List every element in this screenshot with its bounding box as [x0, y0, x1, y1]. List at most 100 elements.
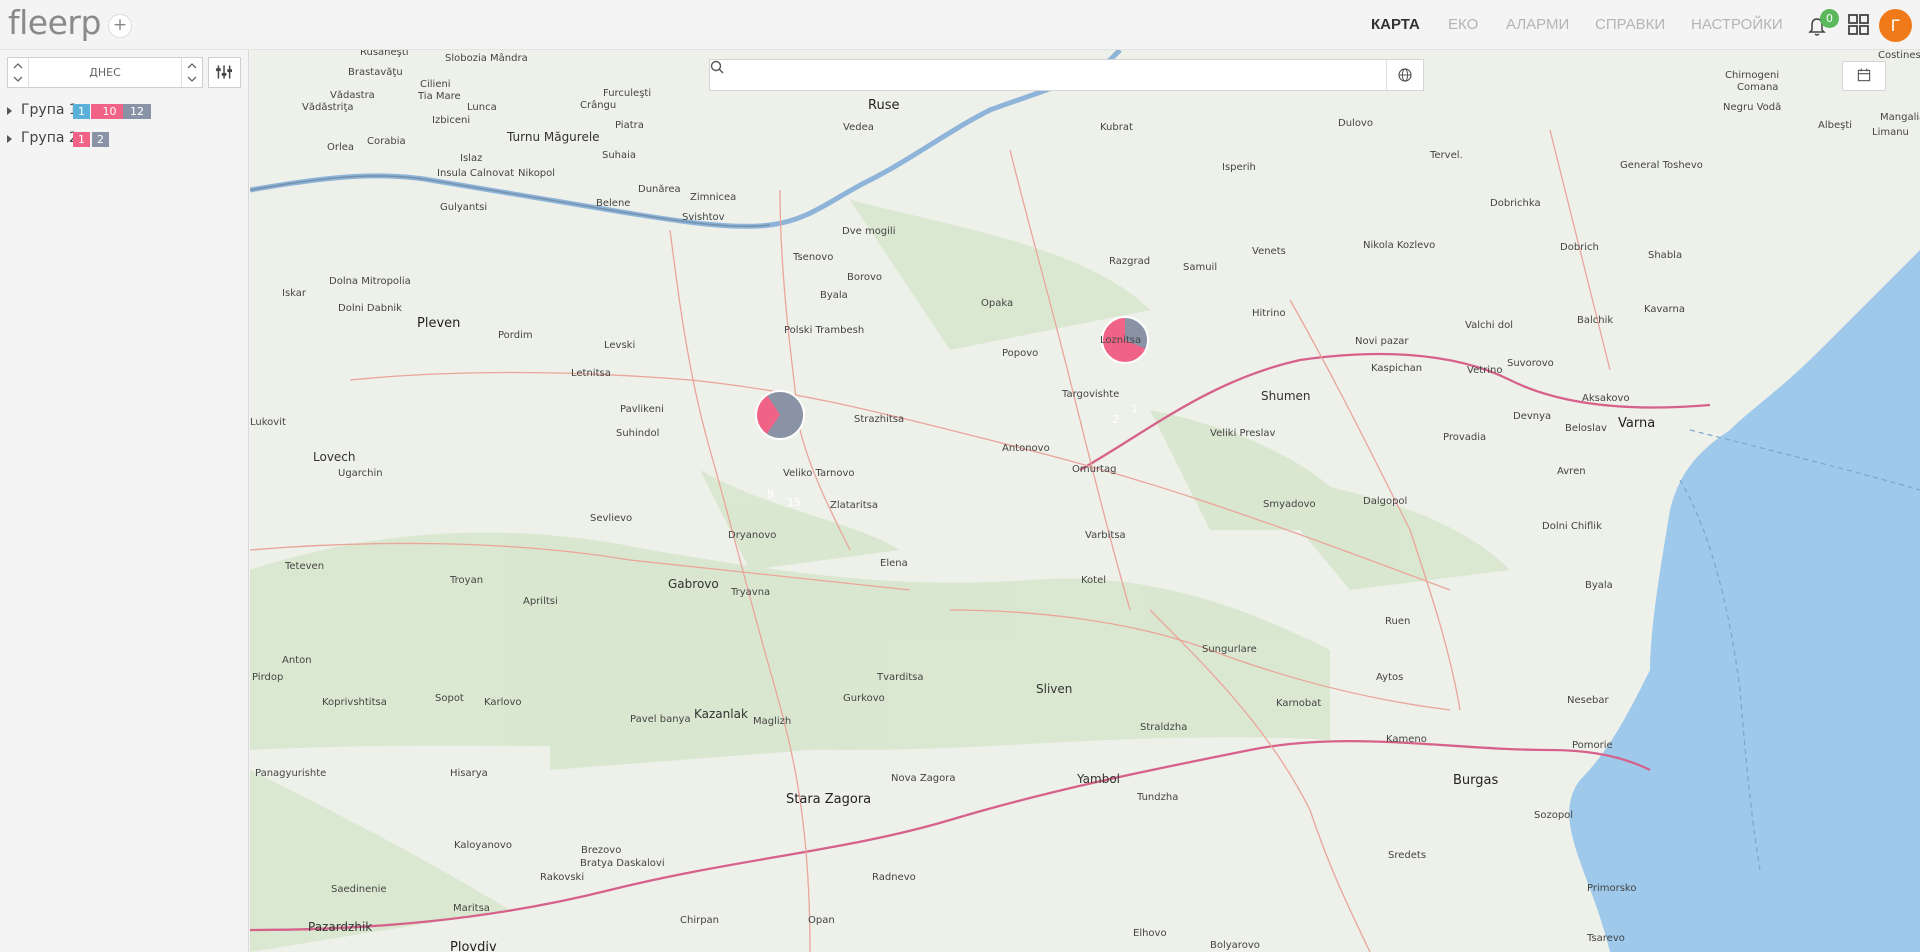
place-label: Elhovo	[1133, 928, 1167, 939]
place-label: Tsenovo	[793, 252, 834, 263]
group-row-1[interactable]: Група 1 1 10 12	[7, 102, 247, 122]
app-logo[interactable]: fleerp	[8, 3, 101, 42]
place-label: Crângu	[580, 100, 617, 111]
place-label: Sungurlare	[1202, 644, 1257, 655]
place-label: Omurtag	[1072, 464, 1117, 475]
place-label: Smyadovo	[1263, 499, 1316, 510]
map-view[interactable]: 2 1 9 15 Rusaneşti Slobozia Mândra Brast…	[250, 50, 1920, 952]
place-label: Balchik	[1577, 315, 1614, 326]
apps-grid-icon[interactable]	[1848, 14, 1869, 35]
place-label: Tundzha	[1137, 792, 1179, 803]
nav-settings[interactable]: НАСТРОЙКИ	[1691, 16, 1783, 33]
nav-eco[interactable]: ЕКО	[1448, 16, 1478, 33]
place-label: Apriltsi	[523, 596, 558, 607]
place-label: Kaspichan	[1371, 363, 1423, 374]
place-label: Chirpan	[680, 915, 720, 926]
sidebar: ДНЕС Група 1 1 10 12 Група 2 1 2	[0, 50, 249, 952]
date-prev-next-left[interactable]	[8, 58, 29, 87]
place-label: Comana	[1737, 82, 1779, 93]
place-label: Lunca	[467, 102, 497, 113]
date-prev-next-right[interactable]	[181, 58, 202, 87]
place-label: Ugarchin	[338, 468, 383, 479]
place-label: Kotel	[1081, 575, 1107, 586]
place-label: Dunărea	[638, 184, 681, 195]
search-icon	[710, 60, 724, 74]
expand-arrow-icon[interactable]	[7, 135, 12, 143]
date-selector[interactable]: ДНЕС	[7, 57, 203, 88]
calendar-button[interactable]	[1842, 61, 1886, 91]
place-label: Razgrad	[1109, 256, 1151, 267]
place-label: Kavarna	[1644, 304, 1685, 315]
place-label: Costinest	[1878, 50, 1920, 61]
place-label: Limanu	[1872, 127, 1909, 138]
nav-alarms[interactable]: АЛАРМИ	[1506, 16, 1569, 33]
place-label: Hisarya	[450, 768, 488, 779]
user-avatar[interactable]: Г	[1879, 9, 1912, 42]
place-label: Sozopol	[1534, 810, 1574, 821]
place-label: Hitrino	[1252, 308, 1286, 319]
place-label: Opaka	[981, 298, 1014, 309]
place-label: Sevlievo	[590, 513, 633, 524]
globe-button[interactable]	[1386, 60, 1423, 90]
place-label: Aytos	[1376, 672, 1404, 683]
place-label: Furculeşti	[603, 88, 652, 99]
chevron-up-icon[interactable]	[186, 60, 198, 72]
place-label: Svishtov	[682, 212, 725, 223]
chevron-down-icon[interactable]	[186, 73, 198, 85]
place-label: Aksakovo	[1582, 393, 1630, 404]
chevron-up-icon[interactable]	[12, 60, 24, 72]
place-label: Dve mogili	[842, 226, 896, 237]
place-label: Izbiceni	[432, 115, 471, 126]
vehicle-cluster-veliko-tarnovo[interactable]	[755, 390, 805, 440]
place-label: Burgas	[1453, 773, 1499, 788]
nav-reports[interactable]: СПРАВКИ	[1595, 16, 1665, 33]
top-header: fleerp + КАРТА ЕКО АЛАРМИ СПРАВКИ НАСТРО…	[0, 0, 1920, 50]
place-label: Pomorie	[1572, 740, 1613, 751]
place-label: Varna	[1618, 416, 1656, 431]
place-label: Beloslav	[1565, 423, 1607, 434]
place-label: Bratya Daskalovi	[580, 858, 665, 869]
cluster-count-label: 9	[767, 488, 774, 501]
place-label: Lukovit	[250, 417, 286, 428]
place-label: Negru Vodă	[1723, 102, 1782, 113]
place-label: Dryanovo	[728, 530, 777, 541]
place-label: Lovech	[313, 450, 356, 464]
status-badge: 1	[73, 104, 90, 119]
group-name: Група 2	[21, 130, 78, 146]
place-label: Gulyantsi	[440, 202, 488, 213]
place-label: Nova Zagora	[891, 773, 956, 784]
chevron-down-icon[interactable]	[12, 73, 24, 85]
place-label: Zlataritsa	[830, 500, 878, 511]
place-label: Maritsa	[453, 903, 490, 914]
place-label: Byala	[820, 290, 848, 301]
filter-button[interactable]	[208, 57, 241, 88]
place-label: Polski Trambesh	[784, 325, 865, 336]
place-label: Tsarevo	[1587, 933, 1625, 944]
add-button[interactable]: +	[108, 14, 132, 38]
place-label: Gurkovo	[843, 693, 885, 704]
place-label: Dolna Mitropolia	[329, 276, 411, 287]
place-label: Karlovo	[484, 697, 522, 708]
place-label: Pirdop	[252, 672, 284, 683]
place-label: Kameno	[1386, 734, 1427, 745]
nav-map[interactable]: КАРТА	[1371, 16, 1420, 33]
place-label: Dobrich	[1560, 242, 1599, 253]
place-label: Gabrovo	[668, 577, 719, 591]
calendar-icon	[1857, 68, 1871, 82]
place-label: Vădastra	[330, 90, 375, 101]
map-search-input[interactable]	[738, 60, 1342, 92]
place-label: Pavel banya	[630, 714, 691, 725]
place-label: Plovdiv	[450, 940, 497, 952]
date-value: ДНЕС	[89, 66, 121, 79]
place-label: Tia Mare	[418, 91, 461, 102]
status-badge: 12	[123, 104, 151, 119]
place-label: Vădăstriţa	[302, 102, 354, 113]
place-label: Devnya	[1513, 411, 1552, 422]
place-label: Tervel.	[1430, 150, 1463, 161]
place-label: Rusaneşti	[360, 50, 409, 58]
place-label: Karnobat	[1276, 698, 1322, 709]
group-row-2[interactable]: Група 2 1 2	[7, 130, 247, 150]
place-label: Tvarditsa	[877, 672, 924, 683]
globe-icon	[1398, 68, 1412, 82]
expand-arrow-icon[interactable]	[7, 107, 12, 115]
